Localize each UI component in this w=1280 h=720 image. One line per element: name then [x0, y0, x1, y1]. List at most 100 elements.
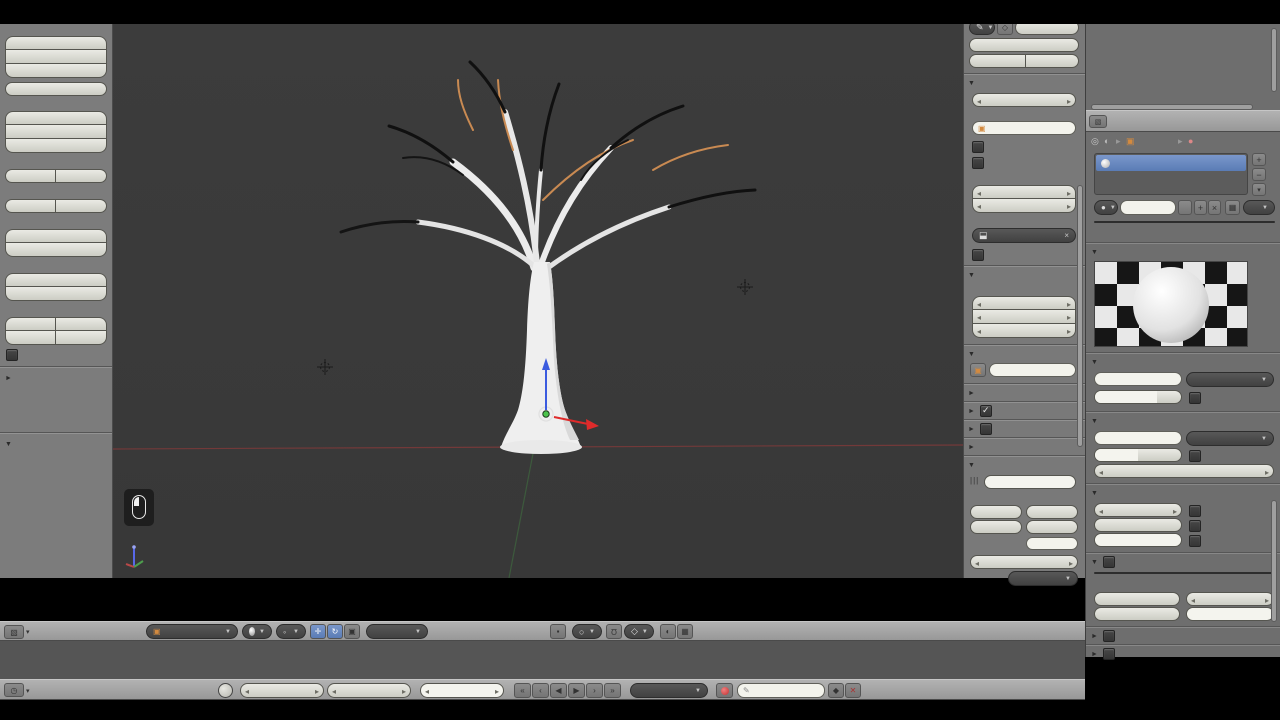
- mirror-expander-icon[interactable]: ►: [1091, 633, 1098, 640]
- display-expander-icon[interactable]: ►: [968, 390, 975, 397]
- item-panel-expander-icon[interactable]: ▼: [968, 351, 975, 358]
- material-slot-add-button[interactable]: +: [1252, 153, 1266, 166]
- material-slot-remove-button[interactable]: −: [1252, 168, 1266, 181]
- tangent-shading-checkbox[interactable]: [1189, 520, 1201, 532]
- transparency-checkbox[interactable]: [1103, 556, 1115, 568]
- specular-intensity-slider[interactable]: [1094, 448, 1182, 462]
- lamp-marker-2[interactable]: [317, 359, 333, 375]
- play-reverse-button[interactable]: ◀: [550, 683, 567, 698]
- material-slot-specials-button[interactable]: ▾: [1252, 183, 1266, 196]
- gp-new-layer-button[interactable]: [969, 38, 1079, 52]
- frame-start-field[interactable]: ◂ ▸: [240, 683, 324, 698]
- emit-field[interactable]: ◂ ▸: [1094, 503, 1182, 517]
- diffuse-expander-icon[interactable]: ▼: [1091, 359, 1098, 366]
- transparency-expander-icon[interactable]: ▼: [1091, 559, 1098, 566]
- screencast-text-size-field[interactable]: [970, 505, 1022, 519]
- alpha-slider[interactable]: [1094, 592, 1180, 606]
- shading-mode-dropdown[interactable]: ▼: [242, 624, 272, 639]
- shade-flat-button[interactable]: [56, 169, 107, 183]
- local-camera-field[interactable]: ⬓ ×: [972, 228, 1076, 243]
- render-opengl-icon[interactable]: ◐: [660, 624, 676, 639]
- bg-images-expander-icon[interactable]: ►: [968, 426, 975, 433]
- n-panel-scrollbar[interactable]: [1077, 185, 1083, 447]
- material-browse-dropdown[interactable]: ● ▼: [1094, 200, 1118, 215]
- lens-field[interactable]: ◂ ▸: [972, 93, 1076, 107]
- duplicate-objects-button[interactable]: [5, 111, 107, 125]
- translucency-slider[interactable]: [1094, 533, 1182, 547]
- fake-user-button[interactable]: [1178, 200, 1192, 215]
- snap-magnet-icon[interactable]: Ω: [606, 624, 622, 639]
- viewport-editor-chevron-icon[interactable]: ▾: [26, 628, 30, 636]
- diffuse-shader-dropdown[interactable]: ▼: [1186, 372, 1274, 387]
- lock-layers-icon[interactable]: ▪: [550, 624, 566, 639]
- specular-color-swatch[interactable]: [1094, 431, 1182, 445]
- clip-start-field[interactable]: ◂ ▸: [972, 185, 1076, 199]
- lock-object-field[interactable]: ▣: [972, 121, 1076, 135]
- viewport-editor-icon[interactable]: ▧: [4, 625, 24, 639]
- material-new-button[interactable]: +: [1194, 200, 1207, 215]
- screencast-mouse-mode-dropdown[interactable]: ▼: [1008, 571, 1078, 586]
- properties-scrollbar[interactable]: [1271, 500, 1277, 622]
- manipulator-rotate-toggle[interactable]: ↻: [327, 624, 343, 639]
- gp-line-button[interactable]: [56, 317, 107, 331]
- preview-expander-icon[interactable]: ▼: [1091, 249, 1098, 256]
- shade-smooth-button[interactable]: [5, 169, 56, 183]
- material-name-field[interactable]: [1120, 200, 1176, 215]
- rigid-body-expander-icon[interactable]: ►: [5, 375, 12, 382]
- calculate-paths-button[interactable]: [5, 229, 107, 243]
- remove-keyframe-button[interactable]: [56, 199, 107, 213]
- delete-button[interactable]: [5, 125, 107, 139]
- current-frame-field[interactable]: ◂ ▸: [420, 683, 504, 698]
- shading-expander-icon[interactable]: ▼: [1091, 490, 1098, 497]
- timeline-ruler[interactable]: [0, 641, 1085, 679]
- origin-button[interactable]: [5, 82, 107, 96]
- next-keyframe-button[interactable]: ›: [586, 683, 603, 698]
- material-slot-selected[interactable]: [1096, 155, 1246, 171]
- redo-panel-expander-icon[interactable]: ▼: [5, 441, 12, 448]
- gp-erase-button[interactable]: [56, 331, 107, 345]
- screencast-color-swatch[interactable]: [1026, 537, 1078, 550]
- orientation-dropdown[interactable]: ▼: [366, 624, 428, 639]
- shadeless-checkbox[interactable]: [1189, 505, 1201, 517]
- material-link-dropdown[interactable]: ▼: [1243, 200, 1275, 215]
- transparency-specular-slider[interactable]: [1094, 607, 1180, 621]
- render-border-checkbox[interactable]: [972, 249, 984, 261]
- mode-dropdown[interactable]: ▣ ▼: [146, 624, 238, 639]
- insert-keyframes-icon[interactable]: ◆: [828, 683, 844, 698]
- blend-slider[interactable]: [1186, 607, 1274, 621]
- render-opengl-anim-icon[interactable]: ▦: [677, 624, 693, 639]
- manipulator-scale-toggle[interactable]: ▣: [344, 624, 360, 639]
- motion-tracking-expander-icon[interactable]: ►: [968, 408, 975, 415]
- translate-button[interactable]: [5, 36, 107, 50]
- material-unlink-button[interactable]: ×: [1208, 200, 1221, 215]
- screencast-y-field[interactable]: [1026, 520, 1078, 534]
- item-name-field[interactable]: [989, 363, 1076, 377]
- history-button[interactable]: [5, 287, 107, 301]
- sync-dropdown[interactable]: ▼: [630, 683, 708, 698]
- gp-delete-frame-button[interactable]: [969, 54, 1026, 68]
- frame-end-field[interactable]: ◂ ▸: [327, 683, 411, 698]
- specular-shader-dropdown[interactable]: ▼: [1186, 431, 1274, 446]
- lamp-marker-1[interactable]: [737, 279, 753, 295]
- rotate-button[interactable]: [5, 50, 107, 64]
- sss-expander-icon[interactable]: ►: [1091, 651, 1098, 658]
- timeline-editor-icon[interactable]: ◷: [4, 683, 24, 697]
- bg-images-checkbox[interactable]: [980, 423, 992, 435]
- timeline-editor-chevron-icon[interactable]: ▾: [26, 687, 30, 695]
- autokey-record-button[interactable]: [716, 683, 733, 698]
- specular-expander-icon[interactable]: ▼: [1091, 418, 1098, 425]
- proportional-edit-dropdown[interactable]: ○ ▼: [572, 624, 602, 639]
- cubic-interpolation-checkbox[interactable]: [1189, 535, 1201, 547]
- sketching-sessions-checkbox[interactable]: [6, 349, 18, 361]
- screencast-mouse-size-field[interactable]: [970, 520, 1022, 534]
- clip-end-field[interactable]: ◂ ▸: [972, 199, 1076, 213]
- cursor-panel-expander-icon[interactable]: ▼: [968, 272, 975, 279]
- lock-camera-checkbox[interactable]: [972, 157, 984, 169]
- cursor-y-field[interactable]: ◂ ▸: [972, 310, 1076, 324]
- fresnel-field[interactable]: ◂ ▸: [1186, 592, 1274, 606]
- cursor-z-field[interactable]: ◂ ▸: [972, 324, 1076, 338]
- viewport-3d[interactable]: [113, 0, 963, 578]
- jump-to-end-button[interactable]: »: [604, 683, 621, 698]
- hardness-field[interactable]: ◂ ▸: [1094, 464, 1274, 478]
- play-button[interactable]: ▶: [568, 683, 585, 698]
